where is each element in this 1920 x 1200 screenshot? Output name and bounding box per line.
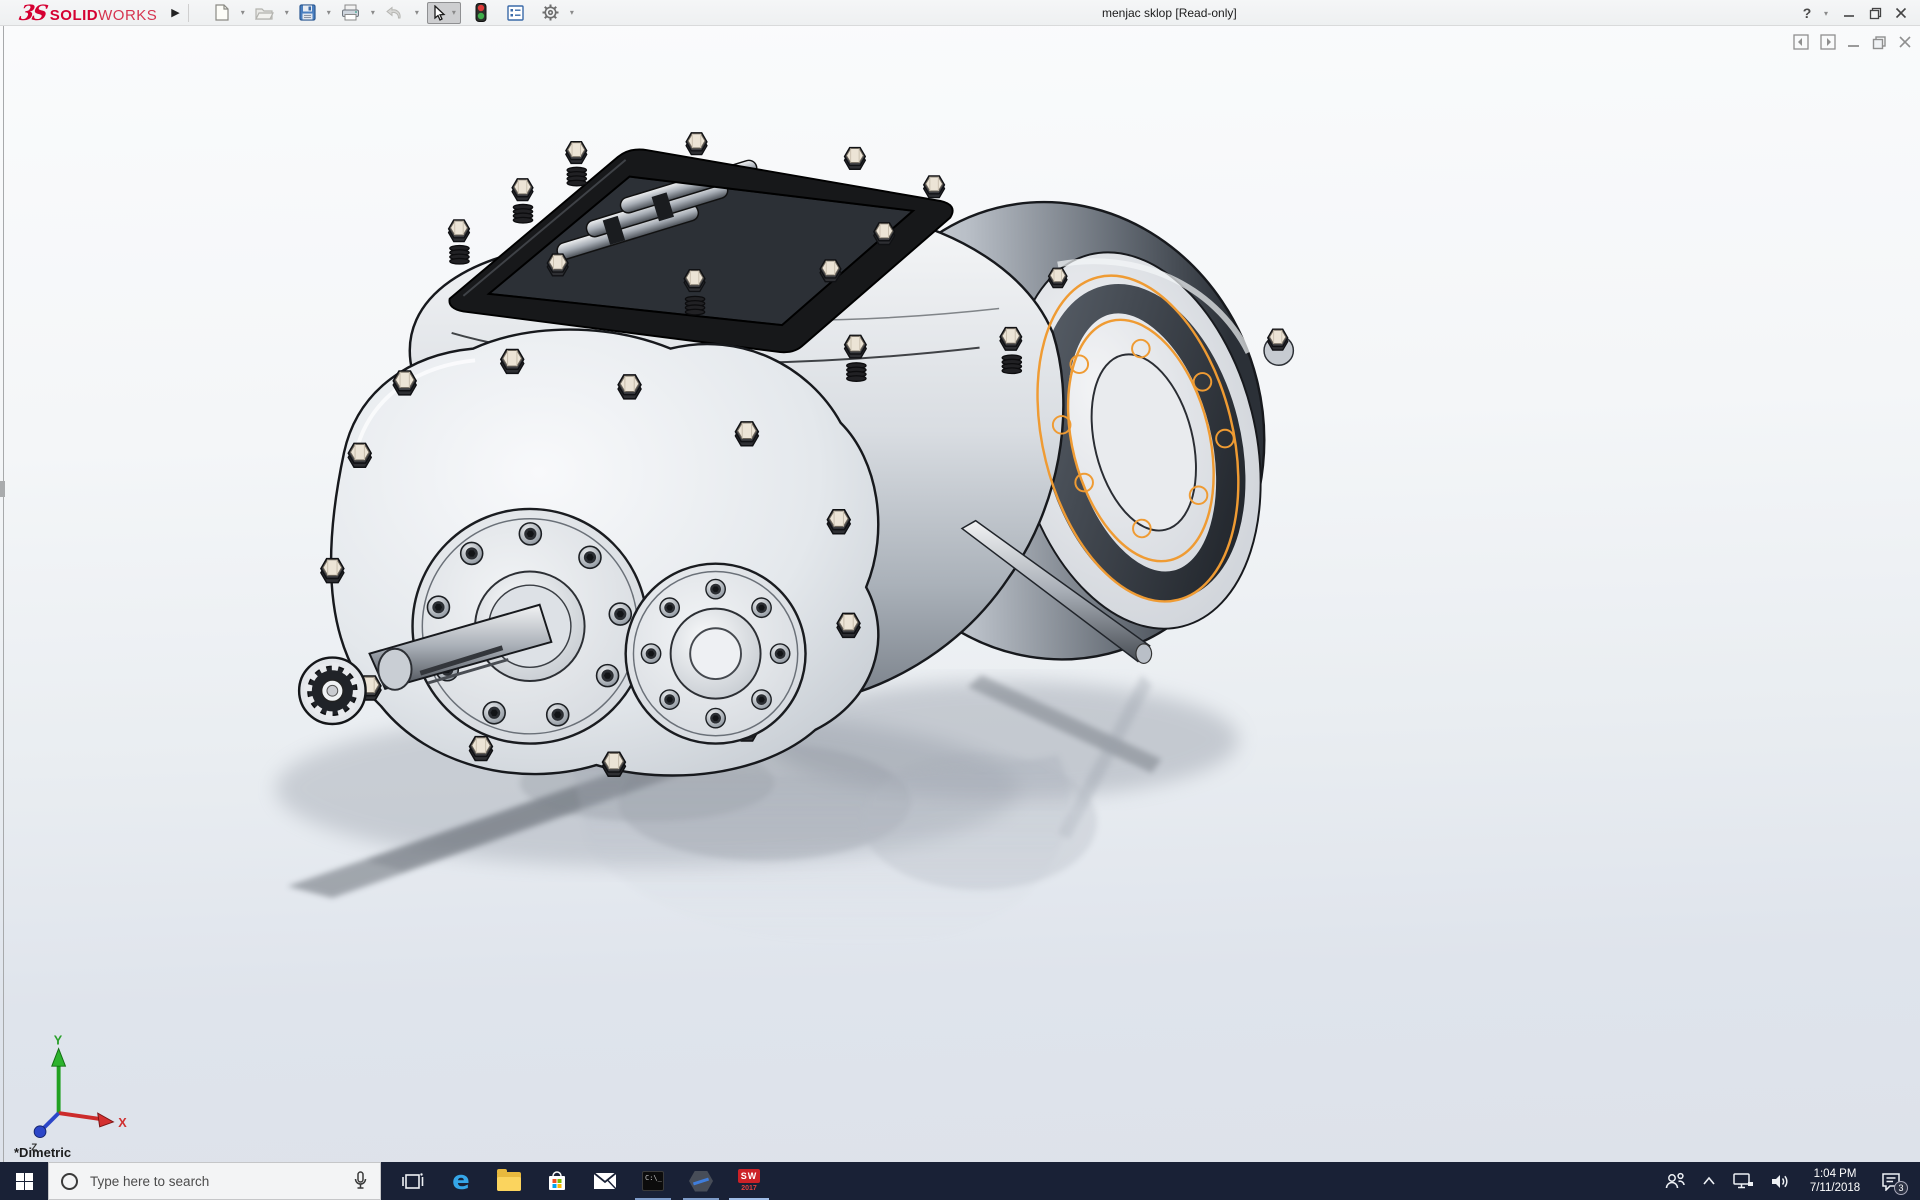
save-caret[interactable]: ▾ xyxy=(327,8,331,17)
taskbar-app-solidworks-2017[interactable]: SW 2017 xyxy=(725,1162,773,1200)
file-properties-icon xyxy=(507,5,524,21)
windows-taskbar: Type here to search e xyxy=(0,1162,1920,1200)
windows-logo-icon xyxy=(16,1173,33,1190)
solidworks-titlebar: 3S SOLID WORKS ▶ ▾ ▾ ▾ xyxy=(0,0,1920,26)
notification-badge: 3 xyxy=(1894,1181,1908,1195)
spline-coupler xyxy=(299,658,365,724)
minimize-icon xyxy=(1843,7,1855,19)
network-status[interactable] xyxy=(1726,1162,1760,1200)
ethernet-icon xyxy=(1732,1172,1754,1190)
tray-date: 7/11/2018 xyxy=(1810,1181,1860,1195)
open-caret[interactable]: ▾ xyxy=(285,8,289,17)
triad-x-label: X xyxy=(118,1116,127,1130)
options-button[interactable] xyxy=(540,2,561,23)
undo-arrow-icon xyxy=(385,5,404,21)
undo-button[interactable] xyxy=(383,3,406,23)
triad-y-label: Y xyxy=(54,1034,63,1048)
microsoft-store-icon xyxy=(546,1170,568,1192)
system-tray: 1:04 PM 7/11/2018 3 xyxy=(1658,1162,1920,1200)
action-center-button[interactable]: 3 xyxy=(1874,1162,1908,1200)
new-document-button[interactable] xyxy=(211,2,232,23)
document-title: menjac sklop [Read-only] xyxy=(1102,0,1237,26)
toolbar-separator xyxy=(188,4,189,22)
brand-3s-glyph: 3S xyxy=(17,0,48,25)
taskbar-app-file-explorer[interactable] xyxy=(485,1162,533,1200)
rebuild-traffic-light-icon xyxy=(475,3,487,22)
cortana-icon xyxy=(61,1173,78,1190)
close-icon xyxy=(1895,7,1907,19)
select-caret[interactable]: ▾ xyxy=(452,8,456,17)
command-prompt-icon: C:\_ xyxy=(642,1171,664,1191)
speaker-icon xyxy=(1770,1173,1790,1190)
taskbar-app-mail[interactable] xyxy=(581,1162,629,1200)
open-folder-icon xyxy=(255,5,274,21)
options-caret[interactable]: ▾ xyxy=(570,8,574,17)
select-cursor-icon xyxy=(432,5,446,21)
tray-time: 1:04 PM xyxy=(1810,1167,1860,1181)
start-button[interactable] xyxy=(0,1162,48,1200)
print-button[interactable] xyxy=(339,2,362,23)
file-properties-button[interactable] xyxy=(505,3,526,23)
task-view-icon xyxy=(402,1172,424,1191)
new-document-icon xyxy=(213,4,230,21)
undo-caret[interactable]: ▾ xyxy=(415,8,419,17)
file-explorer-icon xyxy=(497,1172,521,1191)
save-floppy-icon xyxy=(299,4,316,21)
minimize-button[interactable] xyxy=(1836,0,1862,26)
print-caret[interactable]: ▾ xyxy=(371,8,375,17)
close-button[interactable] xyxy=(1888,0,1914,26)
graphics-viewport[interactable]: Y X Z *Dimetric xyxy=(0,26,1920,1162)
clock[interactable]: 1:04 PM 7/11/2018 xyxy=(1800,1162,1870,1200)
orientation-triad[interactable]: Y X Z xyxy=(31,1034,127,1154)
task-view-button[interactable] xyxy=(389,1162,437,1200)
taskbar-app-command-prompt[interactable]: C:\_ xyxy=(629,1162,677,1200)
restore-button[interactable] xyxy=(1862,0,1888,26)
people-button[interactable] xyxy=(1658,1162,1692,1200)
help-caret[interactable]: ▾ xyxy=(1824,9,1828,18)
volume-status[interactable] xyxy=(1764,1162,1796,1200)
hidden-icons-chevron[interactable] xyxy=(1696,1162,1722,1200)
new-caret[interactable]: ▾ xyxy=(241,8,245,17)
options-gear-icon xyxy=(542,4,559,21)
output-boss[interactable] xyxy=(626,564,806,744)
select-button[interactable]: ▾ xyxy=(427,2,461,24)
taskbar-app-hexagon[interactable] xyxy=(677,1162,725,1200)
edge-icon: e xyxy=(452,1168,470,1194)
solidworks-logo: 3S SOLID WORKS xyxy=(20,0,157,25)
taskbar-app-edge[interactable]: e xyxy=(437,1162,485,1200)
microphone-icon[interactable] xyxy=(353,1171,368,1191)
rebuild-button[interactable] xyxy=(473,1,489,24)
taskbar-app-microsoft-store[interactable] xyxy=(533,1162,581,1200)
print-icon xyxy=(341,4,360,21)
mail-icon xyxy=(593,1172,617,1190)
open-button[interactable] xyxy=(253,3,276,23)
gearbox-3d-model[interactable]: Y X Z xyxy=(0,26,1920,1162)
restore-icon xyxy=(1869,7,1882,20)
search-placeholder: Type here to search xyxy=(90,1174,353,1189)
hexagon-app-icon xyxy=(689,1171,713,1192)
view-orientation-label: *Dimetric xyxy=(14,1145,71,1160)
toolbar-flyout-arrow-icon[interactable]: ▶ xyxy=(171,6,179,19)
solidworks-2017-icon: SW 2017 xyxy=(738,1169,761,1194)
search-input[interactable]: Type here to search xyxy=(48,1162,381,1200)
people-icon xyxy=(1664,1172,1686,1190)
save-button[interactable] xyxy=(297,2,318,23)
chevron-up-icon xyxy=(1702,1176,1716,1186)
help-button[interactable]: ? xyxy=(1795,0,1821,26)
